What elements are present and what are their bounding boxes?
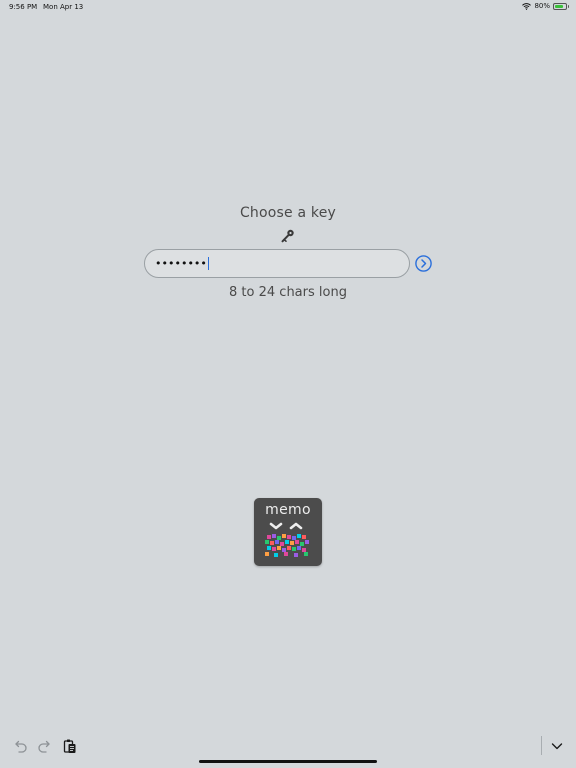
key-input[interactable]: •••••••• — [144, 249, 410, 278]
key-length-hint: 8 to 24 chars long — [229, 285, 347, 300]
arrow-right-circle-icon — [415, 255, 432, 272]
battery-charging-icon — [553, 2, 569, 10]
key-icon — [280, 228, 296, 244]
redo-icon — [38, 740, 50, 753]
paste-button[interactable] — [62, 738, 78, 754]
undo-button[interactable] — [12, 738, 28, 754]
submit-button[interactable] — [415, 255, 432, 272]
status-indicators: 80% — [522, 2, 569, 10]
status-date: Mon Apr 13 — [43, 3, 84, 11]
redo-button[interactable] — [37, 738, 53, 754]
page-title: Choose a key — [239, 205, 337, 221]
undo-icon — [15, 740, 27, 753]
toolbar-divider — [541, 736, 542, 755]
status-time: 9:56 PM — [9, 3, 38, 11]
paste-icon — [63, 739, 76, 753]
dismiss-keyboard-button[interactable] — [549, 738, 565, 754]
app-logo: memo — [254, 498, 322, 566]
home-indicator[interactable] — [199, 760, 377, 763]
chevron-down-icon — [551, 743, 563, 750]
text-caret — [207, 257, 210, 270]
battery-percent: 80% — [534, 2, 550, 10]
key-input-value: •••••••• — [155, 257, 207, 270]
status-bar: 9:56 PM Mon Apr 13 80% — [0, 0, 576, 14]
keyboard-toolbar — [0, 732, 576, 768]
logo-graphic — [265, 522, 309, 557]
wifi-icon — [522, 2, 532, 10]
battery-fill — [555, 4, 563, 8]
